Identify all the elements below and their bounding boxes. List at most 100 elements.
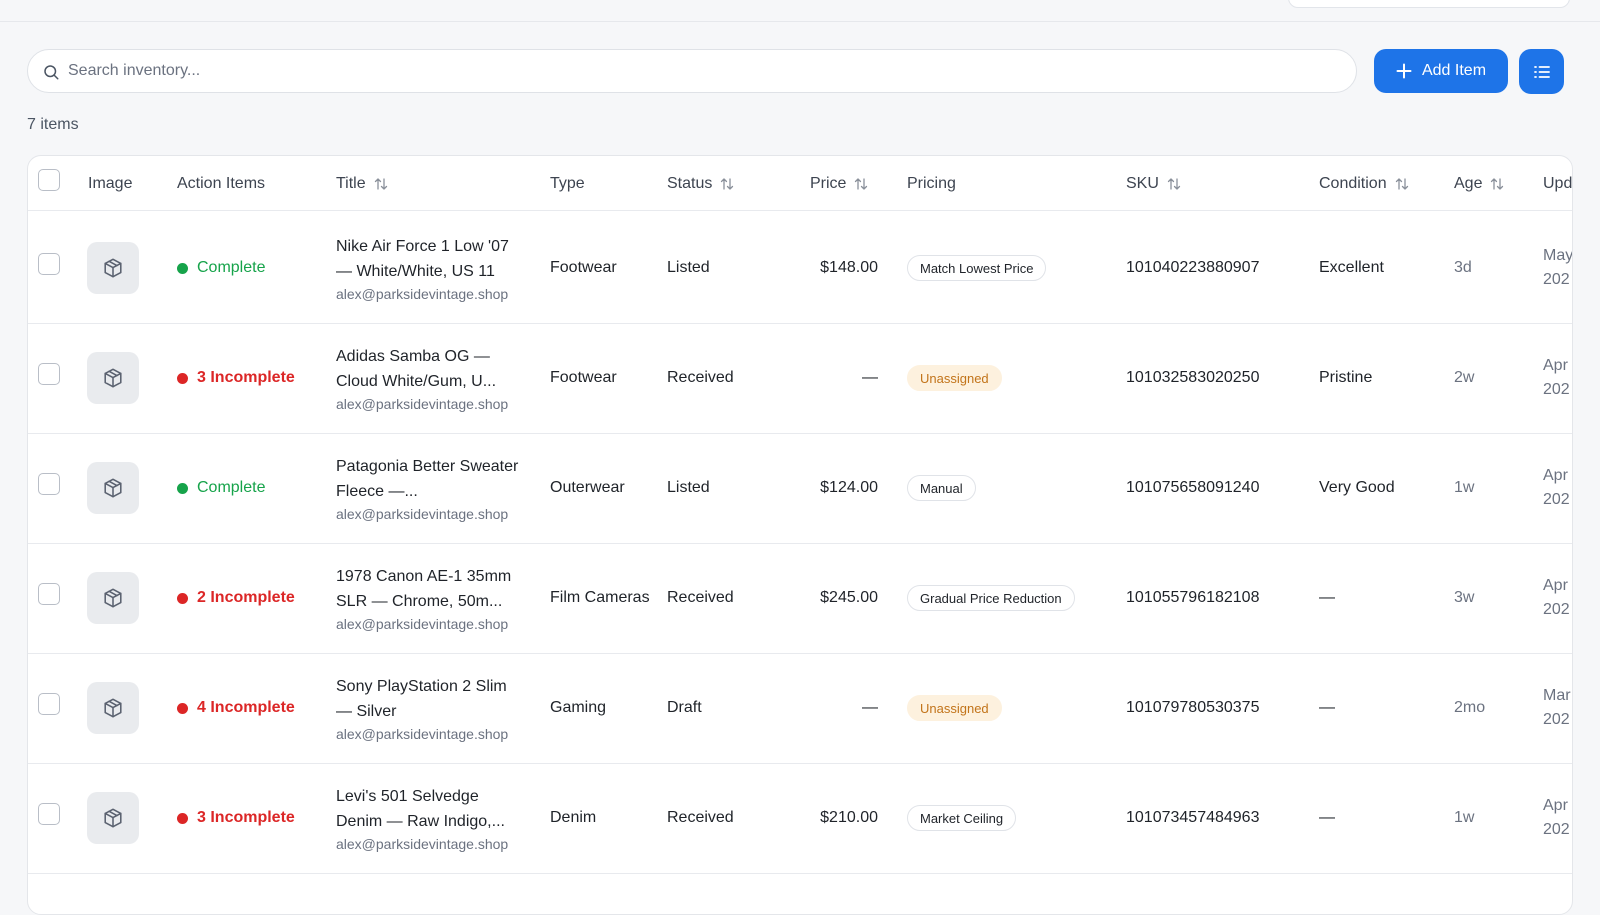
column-sku[interactable]: SKU <box>1126 156 1181 211</box>
title-block: Patagonia Better Sweater Fleece —... ale… <box>336 454 521 522</box>
table-row[interactable]: 2 Incomplete 1978 Canon AE-1 35mm SLR — … <box>28 542 1572 654</box>
updated-year: 202 <box>1543 491 1570 508</box>
pricing-badge[interactable]: Gradual Price Reduction <box>907 585 1075 611</box>
pricing-badge[interactable]: Market Ceiling <box>907 805 1017 831</box>
item-thumbnail[interactable] <box>87 242 139 294</box>
pricing-cell[interactable]: Market Ceiling <box>907 762 1017 874</box>
search-bar[interactable] <box>27 49 1357 93</box>
item-thumbnail[interactable] <box>87 352 139 404</box>
row-checkbox[interactable] <box>38 803 60 825</box>
item-status: Listed <box>667 259 710 276</box>
age-cell: 1w <box>1454 432 1474 544</box>
pricing-cell[interactable]: Unassigned <box>907 652 1002 764</box>
condition-cell: Excellent <box>1319 212 1384 324</box>
column-condition[interactable]: Condition <box>1319 156 1409 211</box>
age-cell: 3d <box>1454 212 1472 324</box>
status-cell: Draft <box>667 652 702 764</box>
column-status[interactable]: Status <box>667 156 734 211</box>
package-icon <box>102 697 124 719</box>
status-cell: Listed <box>667 212 710 324</box>
action-items-status[interactable]: Complete <box>177 212 265 324</box>
column-age[interactable]: Age <box>1454 156 1504 211</box>
package-icon <box>102 477 124 499</box>
status-cell: Received <box>667 322 734 434</box>
search-input[interactable] <box>68 50 1338 92</box>
top-bar <box>0 0 1600 22</box>
column-updated: Upd <box>1543 156 1572 211</box>
age-cell: 3w <box>1454 542 1474 654</box>
updated-cell: Mar 202 <box>1543 652 1571 764</box>
item-age: 2mo <box>1454 699 1486 716</box>
row-checkbox[interactable] <box>38 363 60 385</box>
item-title: 1978 Canon AE-1 35mm SLR — Chrome, 50m..… <box>336 568 512 610</box>
type-cell: Gaming <box>550 652 650 764</box>
title-cell[interactable]: Sony PlayStation 2 Slim — Silver alex@pa… <box>336 652 521 764</box>
title-cell[interactable]: 1978 Canon AE-1 35mm SLR — Chrome, 50m..… <box>336 542 521 654</box>
list-view-button[interactable] <box>1519 49 1564 94</box>
title-cell[interactable]: Nike Air Force 1 Low '07 — White/White, … <box>336 212 521 324</box>
pricing-badge[interactable]: Unassigned <box>907 695 1002 721</box>
item-thumbnail[interactable] <box>87 572 139 624</box>
action-items-status[interactable]: 4 Incomplete <box>177 652 295 764</box>
title-block: Sony PlayStation 2 Slim — Silver alex@pa… <box>336 674 521 742</box>
top-bar-control[interactable] <box>1288 0 1570 8</box>
row-checkbox[interactable] <box>38 583 60 605</box>
column-price[interactable]: Price <box>810 156 868 211</box>
updated-month: Apr <box>1543 357 1568 374</box>
table-row[interactable]: 4 Incomplete Sony PlayStation 2 Slim — S… <box>28 652 1572 764</box>
table-row[interactable]: Complete Patagonia Better Sweater Fleece… <box>28 432 1572 544</box>
pricing-cell[interactable]: Gradual Price Reduction <box>907 542 1075 654</box>
updated-year: 202 <box>1543 381 1570 398</box>
package-icon <box>102 257 124 279</box>
column-sku-label: SKU <box>1126 174 1159 192</box>
row-checkbox[interactable] <box>38 253 60 275</box>
item-seller: alex@parksidevintage.shop <box>336 286 509 302</box>
item-thumbnail[interactable] <box>87 792 139 844</box>
sku-cell: 101055796182108 <box>1126 542 1259 654</box>
title-cell[interactable]: Adidas Samba OG — Cloud White/Gum, U... … <box>336 322 521 434</box>
item-condition: Pristine <box>1319 369 1373 386</box>
updated-year: 202 <box>1543 271 1570 288</box>
title-cell[interactable]: Patagonia Better Sweater Fleece —... ale… <box>336 432 521 544</box>
type-cell: Footwear <box>550 212 650 324</box>
updated-year: 202 <box>1543 711 1570 728</box>
column-action-items: Action Items <box>177 156 265 211</box>
pricing-cell[interactable]: Manual <box>907 432 976 544</box>
column-pricing-label: Pricing <box>907 174 956 192</box>
pricing-cell[interactable]: Match Lowest Price <box>907 212 1047 324</box>
title-cell[interactable]: Levi's 501 Selvedge Denim — Raw Indigo,.… <box>336 762 521 874</box>
item-type: Film Cameras <box>550 589 650 606</box>
pricing-badge[interactable]: Unassigned <box>907 365 1002 391</box>
add-item-label: Add Item <box>1421 62 1487 79</box>
pricing-badge[interactable]: Match Lowest Price <box>907 255 1047 281</box>
action-items-status[interactable]: Complete <box>177 432 265 544</box>
item-title: Sony PlayStation 2 Slim — Silver <box>336 678 507 720</box>
table-row[interactable]: Complete Nike Air Force 1 Low '07 — Whit… <box>28 212 1572 324</box>
pricing-badge[interactable]: Manual <box>907 475 976 501</box>
pricing-cell[interactable]: Unassigned <box>907 322 1002 434</box>
action-items-status[interactable]: 2 Incomplete <box>177 542 295 654</box>
item-status: Draft <box>667 699 702 716</box>
item-age: 1w <box>1454 809 1475 826</box>
action-items-status[interactable]: 3 Incomplete <box>177 762 295 874</box>
updated-cell: Apr 202 <box>1543 432 1570 544</box>
item-price: — <box>862 699 878 716</box>
item-thumbnail[interactable] <box>87 462 139 514</box>
updated-year: 202 <box>1543 821 1570 838</box>
column-status-label: Status <box>667 174 713 192</box>
item-type: Outerwear <box>550 479 625 496</box>
item-thumbnail[interactable] <box>87 682 139 734</box>
sku-cell: 101073457484963 <box>1126 762 1259 874</box>
item-condition: Excellent <box>1319 259 1384 276</box>
action-items-status[interactable]: 3 Incomplete <box>177 322 295 434</box>
row-checkbox[interactable] <box>38 473 60 495</box>
item-condition: — <box>1319 589 1335 606</box>
table-row[interactable]: 3 Incomplete Adidas Samba OG — Cloud Whi… <box>28 322 1572 434</box>
table-row[interactable]: 3 Incomplete Levi's 501 Selvedge Denim —… <box>28 762 1572 874</box>
row-checkbox[interactable] <box>38 693 60 715</box>
item-seller: alex@parksidevintage.shop <box>336 396 509 412</box>
select-all-checkbox[interactable] <box>38 169 60 191</box>
column-action-items-label: Action Items <box>177 174 266 192</box>
column-title[interactable]: Title <box>336 156 388 211</box>
add-item-button[interactable]: Add Item <box>1374 49 1508 93</box>
